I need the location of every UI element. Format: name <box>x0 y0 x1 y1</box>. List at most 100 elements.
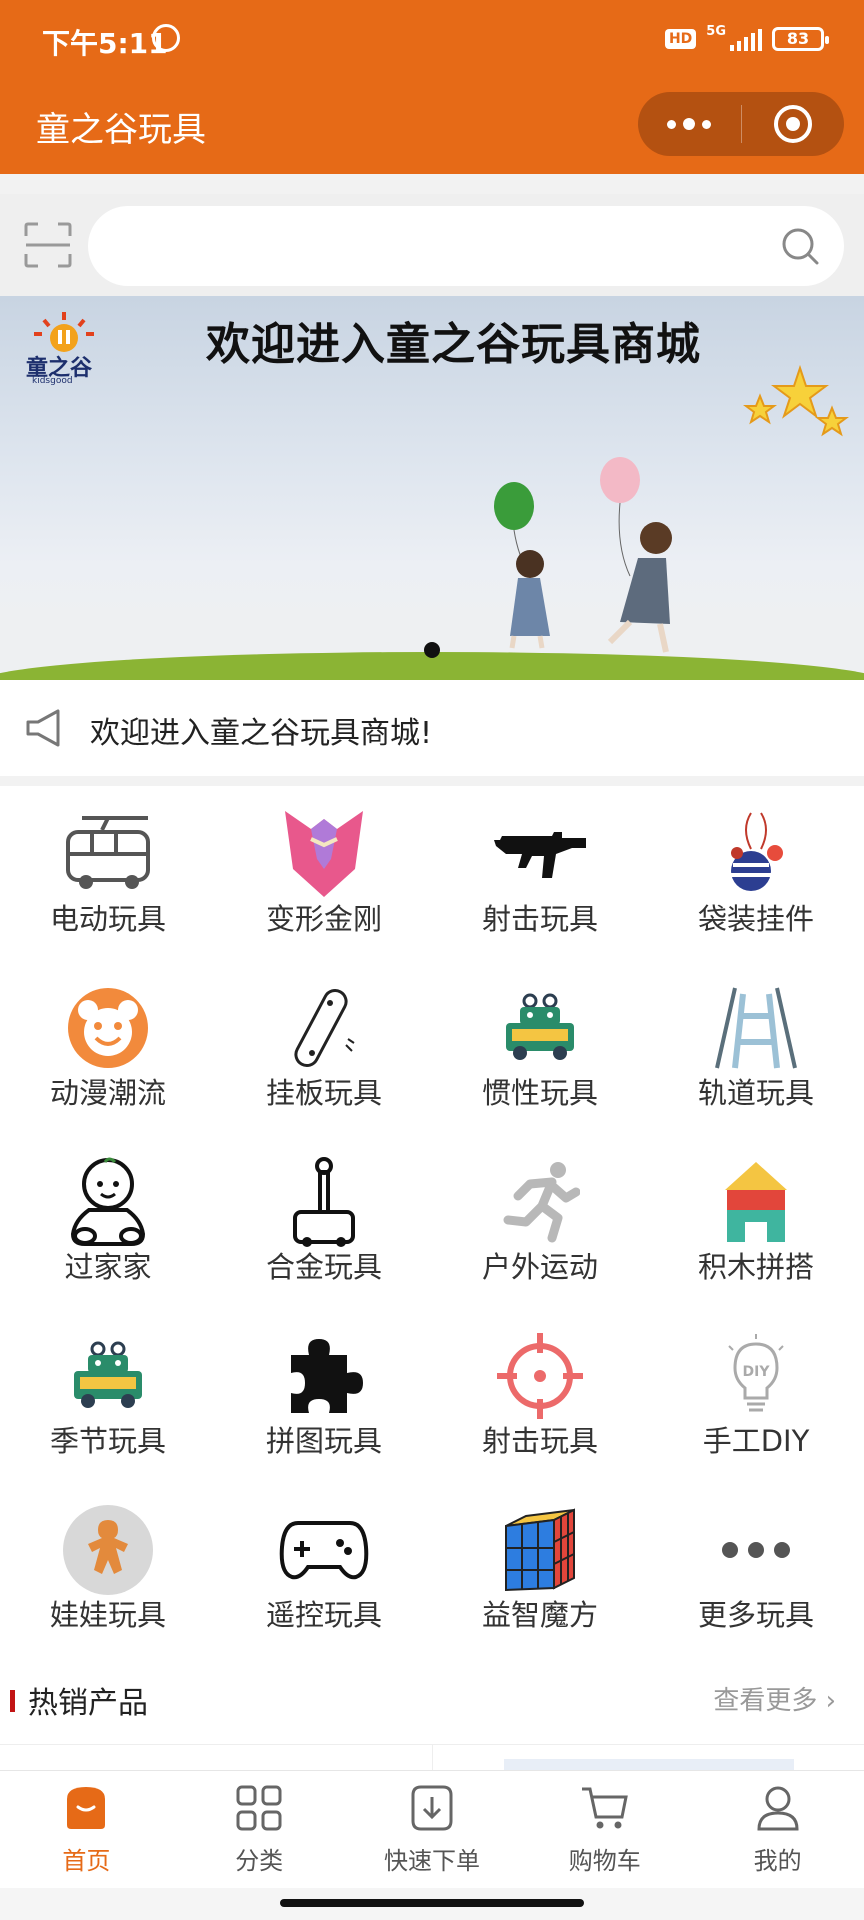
tab-label: 首页 <box>62 1847 111 1875</box>
robot-car-icon <box>492 982 588 1074</box>
category-label: 拼图玩具 <box>265 1424 382 1458</box>
more-menu-button[interactable] <box>638 92 741 156</box>
page-title: 童之谷玩具 <box>36 110 206 150</box>
category-item[interactable]: DIY 手工DIY <box>648 1308 864 1482</box>
tab-label: 快速下单 <box>383 1847 480 1875</box>
banner-title: 欢迎进入童之谷玩具商城 <box>206 319 701 370</box>
category-item[interactable]: 变形金刚 <box>216 786 432 960</box>
category-label: 合金玩具 <box>265 1250 382 1284</box>
signal-icon <box>730 27 762 51</box>
category-item[interactable]: 惯性玩具 <box>432 960 648 1134</box>
gingerbread-icon <box>60 1504 156 1596</box>
tab-category[interactable]: 分类 <box>173 1771 346 1888</box>
tab-home[interactable]: 首页 <box>0 1771 173 1888</box>
blocks-icon <box>708 1156 804 1248</box>
category-item[interactable]: 袋装挂件 <box>648 786 864 960</box>
category-label: 积木拼搭 <box>697 1250 814 1284</box>
category-item[interactable]: 娃娃玩具 <box>0 1482 216 1656</box>
baby-icon <box>60 1156 156 1248</box>
category-label: 动漫潮流 <box>49 1076 166 1110</box>
miniprogram-capsule <box>638 92 844 156</box>
puzzle-icon <box>276 1330 372 1422</box>
search-box[interactable] <box>88 206 844 286</box>
cart-icon <box>581 1787 628 1829</box>
category-item[interactable]: 动漫潮流 <box>0 960 216 1134</box>
category-item[interactable]: 轨道玩具 <box>648 960 864 1134</box>
user-icon <box>757 1786 799 1831</box>
category-label: 季节玩具 <box>49 1424 166 1458</box>
bottom-tab-bar: 首页 分类 快速下单 购物车 我的 <box>0 1770 864 1888</box>
category-item[interactable]: 过家家 <box>0 1134 216 1308</box>
stars-decoration-icon <box>743 364 849 437</box>
tab-label: 购物车 <box>568 1847 641 1875</box>
children-balloons-illustration <box>494 457 672 653</box>
category-item[interactable]: 电动玩具 <box>0 786 216 960</box>
category-item[interactable]: 挂板玩具 <box>216 960 432 1134</box>
section-title: 热销产品 <box>28 1686 148 1721</box>
gamepad-icon <box>276 1504 372 1596</box>
close-target-button[interactable] <box>742 92 845 156</box>
category-label: 惯性玩具 <box>481 1076 598 1110</box>
target-icon <box>773 105 812 143</box>
sun-logo-icon <box>34 312 94 352</box>
category-item[interactable]: 更多玩具 <box>648 1482 864 1656</box>
home-indicator[interactable] <box>280 1899 584 1907</box>
network-label: 5G <box>706 23 726 39</box>
category-label: 娃娃玩具 <box>49 1598 166 1632</box>
category-item[interactable]: 合金玩具 <box>216 1134 432 1308</box>
category-grid: 电动玩具 变形金刚 射击玩具 袋装挂件 动漫潮流 挂板玩具 惯性玩具 轨道玩具 … <box>0 786 864 1656</box>
header-bar: 下午5:11 HD 5G 83 童之谷玩具 <box>0 0 864 174</box>
skateboard-icon <box>276 982 372 1074</box>
ladder-track-icon <box>708 982 804 1074</box>
category-label: 挂板玩具 <box>265 1076 382 1110</box>
category-item[interactable]: 射击玩具 <box>432 1308 648 1482</box>
category-item[interactable]: 季节玩具 <box>0 1308 216 1482</box>
tab-quick-order[interactable]: 快速下单 <box>346 1771 519 1888</box>
logo-subtext: kidsgood <box>32 376 73 386</box>
tab-cart[interactable]: 购物车 <box>518 1771 691 1888</box>
category-label: 变形金刚 <box>265 902 382 936</box>
runner-icon <box>492 1156 588 1248</box>
category-label: 射击玩具 <box>481 1424 598 1458</box>
category-item[interactable]: 积木拼搭 <box>648 1134 864 1308</box>
category-label: 过家家 <box>64 1250 152 1284</box>
category-label: 袋装挂件 <box>697 902 814 936</box>
battery-icon: 83 <box>772 27 829 51</box>
carousel-indicator[interactable] <box>424 642 440 658</box>
search-icon[interactable] <box>780 226 820 266</box>
search-input[interactable] <box>116 206 756 286</box>
category-label: 电动玩具 <box>49 902 166 936</box>
category-label: 手工DIY <box>702 1424 810 1458</box>
grid-icon <box>236 1785 282 1831</box>
scan-icon[interactable] <box>24 222 72 268</box>
more-dots-icon <box>708 1504 804 1596</box>
category-item[interactable]: 遥控玩具 <box>216 1482 432 1656</box>
transformer-icon <box>276 808 372 900</box>
category-label: 户外运动 <box>481 1250 598 1284</box>
crosshair-icon <box>492 1330 588 1422</box>
brand-logo: 童之谷 kidsgood <box>22 310 106 390</box>
product-divider <box>432 1745 433 1771</box>
status-right: HD 5G 83 <box>664 23 829 54</box>
alarm-icon <box>152 24 180 52</box>
category-item[interactable]: 射击玩具 <box>432 786 648 960</box>
tab-label: 分类 <box>235 1847 284 1875</box>
search-row <box>0 194 864 296</box>
rubiks-cube-icon <box>492 1504 588 1596</box>
status-time: 下午5:11 <box>42 27 168 60</box>
banner-carousel[interactable]: 童之谷 kidsgood 欢迎进入童之谷玩具商城 <box>0 296 864 680</box>
category-label: 益智魔方 <box>481 1598 598 1632</box>
notice-bar[interactable]: 欢迎进入童之谷玩具商城! <box>0 680 864 776</box>
view-more-link[interactable]: 查看更多 › <box>713 1680 836 1717</box>
hot-products-header: 热销产品 查看更多 › <box>0 1656 864 1744</box>
category-item[interactable]: 户外运动 <box>432 1134 648 1308</box>
product-list-peek <box>0 1744 864 1771</box>
category-item[interactable]: 拼图玩具 <box>216 1308 432 1482</box>
rifle-icon <box>492 808 588 900</box>
tab-mine[interactable]: 我的 <box>691 1771 864 1888</box>
category-item[interactable]: 益智魔方 <box>432 1482 648 1656</box>
hd-badge: HD <box>664 29 697 49</box>
section-marker <box>10 1690 15 1712</box>
home-icon <box>67 1787 106 1829</box>
diy-bulb-icon: DIY <box>708 1330 804 1422</box>
